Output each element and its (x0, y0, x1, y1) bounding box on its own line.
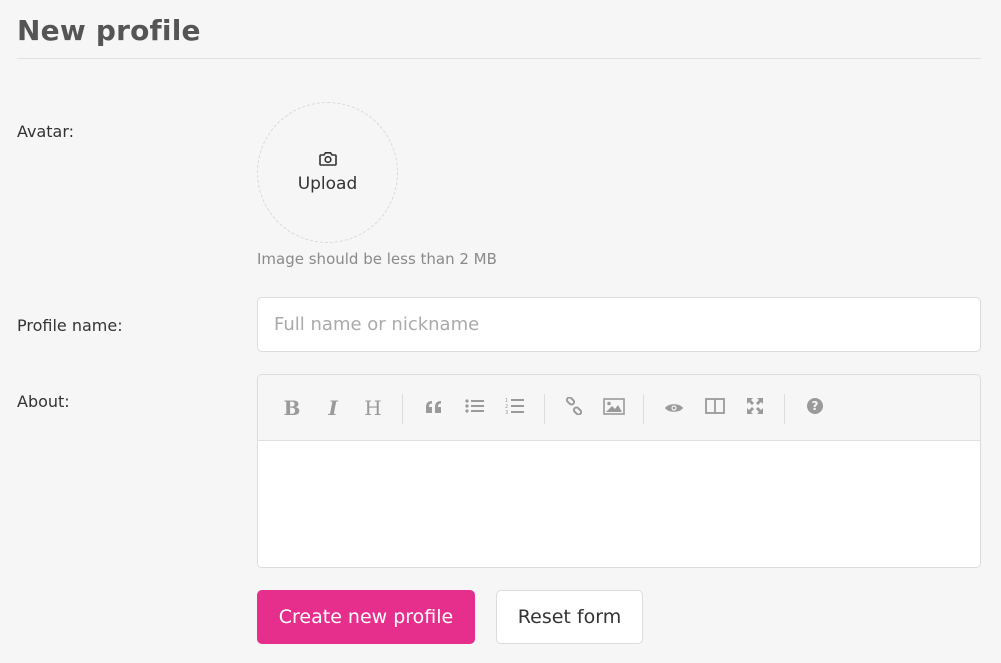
list-ol-icon: 123 (505, 397, 525, 419)
toolbar-separator (784, 394, 785, 424)
columns-icon (705, 398, 725, 418)
expand-icon (746, 397, 764, 419)
reset-form-button[interactable]: Reset form (496, 590, 643, 644)
image-icon (603, 397, 625, 419)
toolbar-separator (643, 394, 644, 424)
preview-button[interactable] (661, 395, 687, 421)
about-markdown-editor: B I H 123 ? (257, 374, 981, 568)
heading-button[interactable]: H (360, 395, 386, 421)
editor-toolbar: B I H 123 ? (258, 375, 980, 441)
page-title: New profile (17, 14, 201, 47)
ordered-list-button[interactable]: 123 (502, 395, 528, 421)
question-icon: ? (806, 397, 824, 419)
about-label: About: (17, 392, 70, 411)
side-by-side-button[interactable] (702, 395, 728, 421)
avatar-label: Avatar: (17, 122, 75, 141)
eye-icon (664, 399, 684, 418)
bold-button[interactable]: B (279, 395, 305, 421)
markdown-guide-button[interactable]: ? (802, 395, 828, 421)
toolbar-separator (402, 394, 403, 424)
profile-name-input[interactable] (257, 297, 981, 352)
image-button[interactable] (601, 395, 627, 421)
svg-text:3: 3 (505, 410, 508, 415)
link-icon (565, 396, 583, 419)
about-textarea[interactable] (258, 442, 980, 567)
italic-button[interactable]: I (320, 395, 346, 421)
create-profile-button[interactable]: Create new profile (257, 590, 475, 644)
title-divider (17, 58, 981, 59)
fullscreen-button[interactable] (742, 395, 768, 421)
avatar-upload-button[interactable]: Upload (257, 102, 398, 243)
quote-button[interactable] (421, 395, 447, 421)
link-button[interactable] (561, 395, 587, 421)
quote-icon (425, 399, 443, 418)
upload-label: Upload (297, 174, 358, 194)
list-ul-icon (465, 398, 485, 418)
svg-text:?: ? (812, 399, 819, 413)
profile-name-label: Profile name: (17, 316, 123, 335)
avatar-size-hint: Image should be less than 2 MB (257, 250, 497, 268)
toolbar-separator (544, 394, 545, 424)
unordered-list-button[interactable] (462, 395, 488, 421)
camera-icon (318, 151, 337, 174)
